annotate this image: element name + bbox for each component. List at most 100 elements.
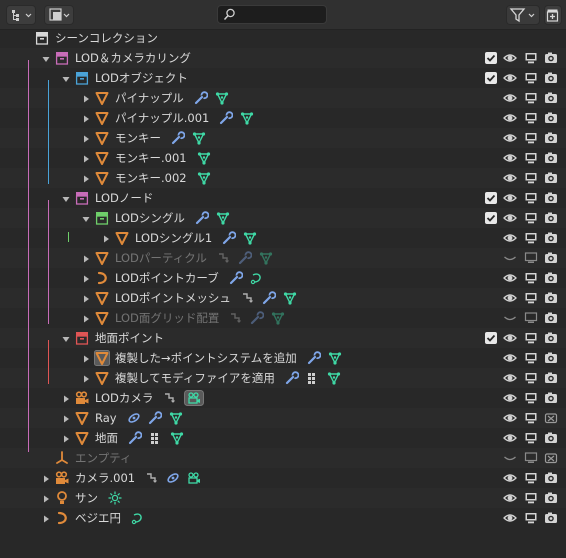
- render-toggle[interactable]: [544, 171, 558, 185]
- render-toggle[interactable]: [544, 371, 558, 385]
- expand-arrow[interactable]: [81, 153, 91, 163]
- mesh-data-badge[interactable]: [327, 371, 341, 385]
- mesh-data-badge[interactable]: [240, 111, 254, 125]
- wrench-modifier-icon[interactable]: [222, 231, 237, 245]
- monitor-icon[interactable]: [524, 111, 538, 125]
- row-label[interactable]: パイナップル.001: [115, 111, 209, 125]
- camera-data-icon[interactable]: [187, 471, 201, 485]
- render-camera-icon[interactable]: [544, 71, 558, 85]
- wrench-badge[interactable]: [219, 111, 234, 125]
- hide-toggle[interactable]: [503, 271, 517, 285]
- viewport-toggle[interactable]: [524, 231, 538, 245]
- outliner-row[interactable]: 複製した→ポイントシステムを追加: [0, 348, 566, 368]
- mesh-data-icon[interactable]: [197, 171, 211, 185]
- wrench-badge[interactable]: [171, 131, 186, 145]
- eye-icon[interactable]: [503, 71, 517, 85]
- row-label[interactable]: モンキー.002: [115, 171, 187, 185]
- mesh-data-icon[interactable]: [240, 111, 254, 125]
- hide-toggle[interactable]: [503, 211, 517, 225]
- mesh-data-badge[interactable]: [328, 351, 342, 365]
- expand-arrow[interactable]: [81, 373, 91, 383]
- viewport-toggle[interactable]: [524, 311, 538, 325]
- mesh-data-icon[interactable]: [170, 431, 184, 445]
- viewport-toggle[interactable]: [524, 51, 538, 65]
- monitor-icon[interactable]: [524, 411, 538, 425]
- expand-arrow[interactable]: [61, 333, 71, 343]
- hide-toggle[interactable]: [503, 51, 517, 65]
- row-label[interactable]: 地面ポイント: [95, 331, 164, 345]
- expand-arrow[interactable]: [41, 513, 51, 523]
- grid-badge[interactable]: [149, 431, 163, 445]
- outliner-row[interactable]: LODノード: [0, 188, 566, 208]
- render-camera-icon[interactable]: [544, 171, 558, 185]
- mesh-data-icon[interactable]: [259, 251, 273, 265]
- expand-closed-arrow-icon[interactable]: [81, 274, 91, 284]
- render-toggle[interactable]: [544, 91, 558, 105]
- hide-toggle[interactable]: [503, 371, 517, 385]
- expand-open-arrow-icon[interactable]: [41, 54, 51, 64]
- eye-icon[interactable]: [503, 331, 517, 345]
- expand-closed-arrow-icon[interactable]: [41, 514, 51, 524]
- expand-closed-arrow-icon[interactable]: [61, 394, 71, 404]
- outliner-row[interactable]: サン: [0, 488, 566, 508]
- outliner-row[interactable]: LODカメラ: [0, 388, 566, 408]
- wrench-modifier-icon[interactable]: [262, 291, 277, 305]
- eye-icon[interactable]: [503, 51, 517, 65]
- expand-open-arrow-icon[interactable]: [61, 74, 71, 84]
- wrench-badge[interactable]: [194, 91, 209, 105]
- render-camera-icon[interactable]: [544, 311, 558, 325]
- exclude-checkbox-toggle[interactable]: [484, 71, 498, 85]
- expand-arrow[interactable]: [41, 53, 51, 63]
- wrench-modifier-icon[interactable]: [194, 91, 209, 105]
- render-toggle[interactable]: [544, 231, 558, 245]
- render-toggle[interactable]: [544, 451, 558, 465]
- hide-toggle[interactable]: [503, 431, 517, 445]
- render-toggle[interactable]: [544, 111, 558, 125]
- exclude-checkbox-toggle[interactable]: [484, 331, 498, 345]
- render-toggle[interactable]: [544, 51, 558, 65]
- viewport-toggle[interactable]: [524, 71, 538, 85]
- viewport-toggle[interactable]: [524, 251, 538, 265]
- expand-closed-arrow-icon[interactable]: [41, 494, 51, 504]
- expand-arrow[interactable]: [81, 213, 91, 223]
- mesh-data-icon[interactable]: [283, 291, 297, 305]
- outliner-row[interactable]: モンキー: [0, 128, 566, 148]
- hide-toggle[interactable]: [503, 91, 517, 105]
- outliner-row[interactable]: 地面ポイント: [0, 328, 566, 348]
- render-camera-icon[interactable]: [544, 331, 558, 345]
- expand-open-arrow-icon[interactable]: [61, 334, 71, 344]
- render-camera-icon[interactable]: [544, 371, 558, 385]
- row-label[interactable]: LODパーティクル: [115, 251, 207, 265]
- render-toggle[interactable]: [544, 391, 558, 405]
- hide-toggle[interactable]: [503, 451, 517, 465]
- row-label[interactable]: 地面: [95, 431, 118, 445]
- render-toggle[interactable]: [544, 471, 558, 485]
- wrench-modifier-icon[interactable]: [219, 111, 234, 125]
- outliner-row[interactable]: LODパーティクル: [0, 248, 566, 268]
- render-toggle[interactable]: [544, 131, 558, 145]
- mesh-data-icon[interactable]: [243, 231, 257, 245]
- render-camera-icon[interactable]: [544, 511, 558, 525]
- hide-toggle[interactable]: [503, 331, 517, 345]
- mesh-data-icon[interactable]: [197, 151, 211, 165]
- viewport-toggle[interactable]: [524, 91, 538, 105]
- monitor-icon[interactable]: [524, 371, 538, 385]
- mesh-data-icon[interactable]: [328, 351, 342, 365]
- hide-toggle[interactable]: [503, 511, 517, 525]
- expand-closed-arrow-icon[interactable]: [101, 234, 111, 244]
- row-label[interactable]: カメラ.001: [75, 471, 135, 485]
- exclude-checkbox[interactable]: [484, 211, 498, 225]
- outliner-row[interactable]: パイナップル.001: [0, 108, 566, 128]
- render-disabled-icon[interactable]: [544, 411, 558, 425]
- eye-icon[interactable]: [503, 371, 517, 385]
- mesh-data-badge[interactable]: [197, 171, 211, 185]
- render-camera-icon[interactable]: [544, 271, 558, 285]
- mesh-data-badge[interactable]: [215, 91, 229, 105]
- view-filter-dropdown[interactable]: [44, 5, 74, 25]
- expand-arrow[interactable]: [81, 113, 91, 123]
- render-toggle[interactable]: [544, 331, 558, 345]
- mesh-data-icon[interactable]: [169, 411, 183, 425]
- wrench-badge[interactable]: [250, 311, 265, 325]
- wrench-badge[interactable]: [195, 211, 210, 225]
- render-toggle[interactable]: [544, 251, 558, 265]
